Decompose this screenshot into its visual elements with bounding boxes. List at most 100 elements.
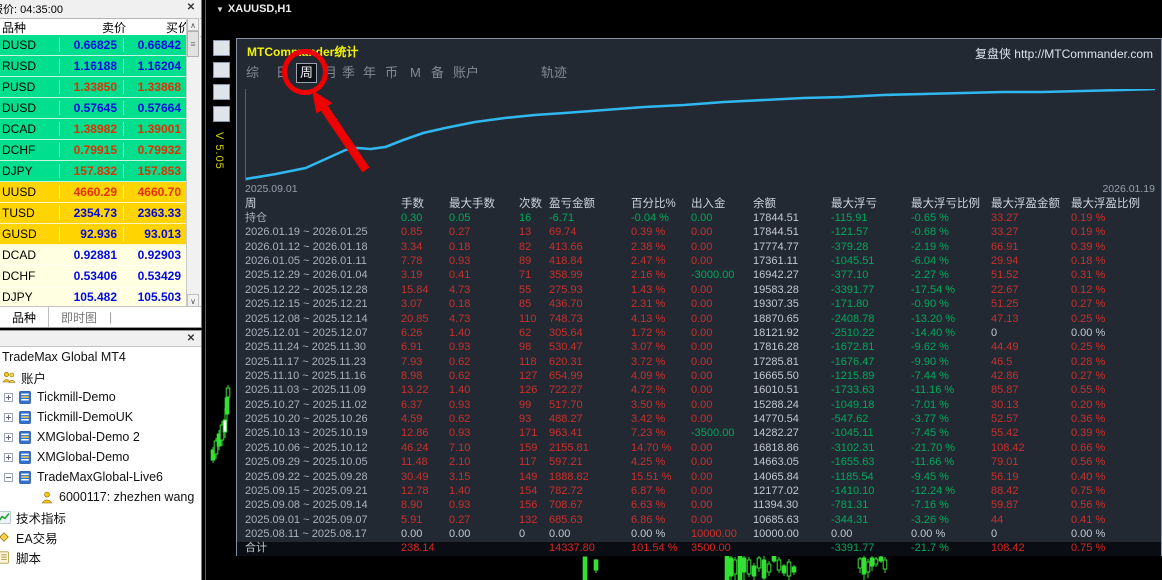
expand-icon[interactable] xyxy=(4,432,13,442)
minimize-button[interactable] xyxy=(213,40,230,56)
stats-cell: 6.87 % xyxy=(631,484,666,497)
column-symbol[interactable]: 品种 xyxy=(0,19,64,36)
close-icon[interactable]: ✕ xyxy=(184,1,198,15)
sidebar-item--[interactable]: 脚本 xyxy=(0,547,201,567)
stats-cell: 0.39 % xyxy=(1071,427,1106,440)
panel-tab-币[interactable]: 币 xyxy=(385,63,398,83)
market-row[interactable]: DCHF 0.53406 0.53429 xyxy=(0,266,188,287)
stats-cell: -9.90 % xyxy=(911,355,949,368)
ask-price: 0.79932 xyxy=(124,143,188,157)
version-label: V 5.05 xyxy=(213,132,225,170)
move-button[interactable] xyxy=(213,62,230,78)
sidebar-item-label: TradeMax Global MT4 xyxy=(2,350,126,364)
market-row[interactable]: DUSD 0.66825 0.66842 xyxy=(0,35,188,56)
stats-cell: -14.40 % xyxy=(911,326,956,339)
stats-row: 2025.11.10 ~ 2025.11.16 8.98 0.62 127 654.99… xyxy=(237,369,1161,383)
market-row[interactable]: DCHF 0.79915 0.79932 xyxy=(0,140,188,161)
stats-cell: 0.00 xyxy=(691,341,713,354)
bid-price: 4660.29 xyxy=(60,185,124,199)
market-row[interactable]: DUSD 0.57645 0.57664 xyxy=(0,98,188,119)
stats-cell: 1.40 xyxy=(449,384,471,397)
bid-price: 0.79915 xyxy=(60,143,124,157)
stats-cell: 2.31 % xyxy=(631,298,666,311)
sidebar-item-xmglobal-demo-2[interactable]: XMGlobal-Demo 2 xyxy=(0,427,201,447)
panel-tab-综[interactable]: 综 xyxy=(246,63,259,83)
stats-cell: 3500.00 xyxy=(691,542,731,555)
panel-tab-轨迹[interactable]: 轨迹 xyxy=(541,63,567,83)
panel-tab-日[interactable]: 日 xyxy=(276,63,289,83)
stats-cell: 0.55 % xyxy=(1071,384,1106,397)
help-button[interactable] xyxy=(213,84,230,100)
brand-link[interactable]: 复盘侠 http://MTCommander.com xyxy=(975,45,1153,62)
stats-total-row: 合计 238.14 14337.80 101.54 % 3500.00 -3391.77 -… xyxy=(237,541,1161,556)
panel-tab-季[interactable]: 季 xyxy=(342,63,355,83)
panel-tab-月[interactable]: 月 xyxy=(324,63,337,83)
market-row[interactable]: TUSD 2354.73 2363.33 xyxy=(0,203,188,224)
expand-icon[interactable] xyxy=(4,452,13,462)
panel-tab-M[interactable]: M xyxy=(410,63,421,83)
stats-cell: 0.93 xyxy=(449,398,471,411)
stats-cell: 15.51 % xyxy=(631,470,672,483)
stats-cell: 0.00 xyxy=(691,369,713,382)
check-button[interactable] xyxy=(213,106,230,122)
stats-cell: 0.00 xyxy=(691,326,713,339)
market-row[interactable]: UUSD 4660.29 4660.70 xyxy=(0,182,188,203)
sidebar-item-6000117-zhezhen-wang[interactable]: 6000117: zhezhen wang xyxy=(0,487,201,507)
market-row[interactable]: RUSD 1.16188 1.16204 xyxy=(0,56,188,77)
market-watch-scrollbar[interactable]: ∧ ≡ ∨ xyxy=(186,18,200,307)
market-row[interactable]: DJPY 105.482 105.503 xyxy=(0,287,188,308)
sidebar-item-xmglobal-demo[interactable]: XMGlobal-Demo xyxy=(0,447,201,467)
column-header: 出入金 xyxy=(691,197,726,210)
stats-cell: 0.25 % xyxy=(1071,312,1106,325)
stats-cell: 17285.81 xyxy=(753,355,799,368)
stats-row: 2025.09.29 ~ 2025.10.05 11.48 2.10 117 597.2… xyxy=(237,455,1161,469)
stats-cell: 0 xyxy=(519,527,526,540)
stats-cell: 2025.11.10 ~ 2025.11.16 xyxy=(245,369,367,382)
sidebar-item-trademaxglobal-live6[interactable]: TradeMaxGlobal-Live6 xyxy=(0,467,201,487)
stats-cell: 3.19 xyxy=(401,269,423,282)
sidebar-item-tickmill-demo[interactable]: Tickmill-Demo xyxy=(0,387,201,407)
sidebar-item-trademax-global-mt4[interactable]: TradeMax Global MT4 xyxy=(0,347,201,367)
stats-cell: 305.64 xyxy=(549,326,583,339)
stats-cell: 1888.82 xyxy=(549,470,589,483)
column-ask[interactable]: 买价 xyxy=(132,19,194,36)
panel-tab-账户[interactable]: 账户 xyxy=(453,63,479,83)
stats-cell: 0.18 xyxy=(449,298,471,311)
stats-cell: 7.23 % xyxy=(631,427,666,440)
collapse-icon[interactable] xyxy=(4,472,13,482)
tab-symbols[interactable]: 品种 xyxy=(0,307,50,327)
market-row[interactable]: DJPY 157.832 157.853 xyxy=(0,161,188,182)
stats-cell: -344.31 xyxy=(831,513,869,526)
expand-icon[interactable] xyxy=(4,392,13,402)
market-row[interactable]: DCAD 1.38982 1.39001 xyxy=(0,119,188,140)
column-bid[interactable]: 卖价 xyxy=(64,19,132,36)
panel-tab-周[interactable]: 周 xyxy=(296,63,318,83)
stats-cell: 517.70 xyxy=(549,398,583,411)
sidebar-item-ea-[interactable]: EA交易 xyxy=(0,527,201,547)
expand-icon[interactable] xyxy=(4,412,13,422)
scroll-up-icon[interactable]: ∧ xyxy=(187,18,199,31)
stats-cell: 44.49 xyxy=(991,341,1019,354)
sidebar-item-tickmill-demouk[interactable]: Tickmill-DemoUK xyxy=(0,407,201,427)
sidebar-item--[interactable]: 账户 xyxy=(0,367,201,387)
stats-cell: -6.71 xyxy=(549,212,575,225)
close-icon[interactable]: ✕ xyxy=(184,332,198,346)
stats-cell: 0.05 xyxy=(449,212,471,225)
panel-tab-备[interactable]: 备 xyxy=(431,63,444,83)
scrollbar-thumb[interactable]: ≡ xyxy=(187,31,199,57)
stats-cell: -0.65 % xyxy=(911,212,949,225)
stats-cell: 2025.09.01 ~ 2025.09.07 xyxy=(245,513,368,526)
sidebar-item--[interactable]: 技术指标 xyxy=(0,507,201,527)
market-row[interactable]: PUSD 1.33850 1.33868 xyxy=(0,77,188,98)
stats-cell: -2408.78 xyxy=(831,312,875,325)
panel-tab-年[interactable]: 年 xyxy=(363,63,376,83)
indicator-icon xyxy=(0,510,11,524)
panel-splitter[interactable] xyxy=(205,0,206,580)
tab-tick-chart[interactable]: 即时图 xyxy=(49,307,109,327)
market-row[interactable]: GUSD 92.936 93.013 xyxy=(0,224,188,245)
stats-cell: 4.25 % xyxy=(631,456,666,469)
column-header: 最大浮亏比例 xyxy=(911,197,980,210)
market-row[interactable]: DCAD 0.92881 0.92903 xyxy=(0,245,188,266)
stats-cell: 0.75 % xyxy=(1071,542,1106,555)
stats-cell: 0.00 xyxy=(691,283,713,296)
